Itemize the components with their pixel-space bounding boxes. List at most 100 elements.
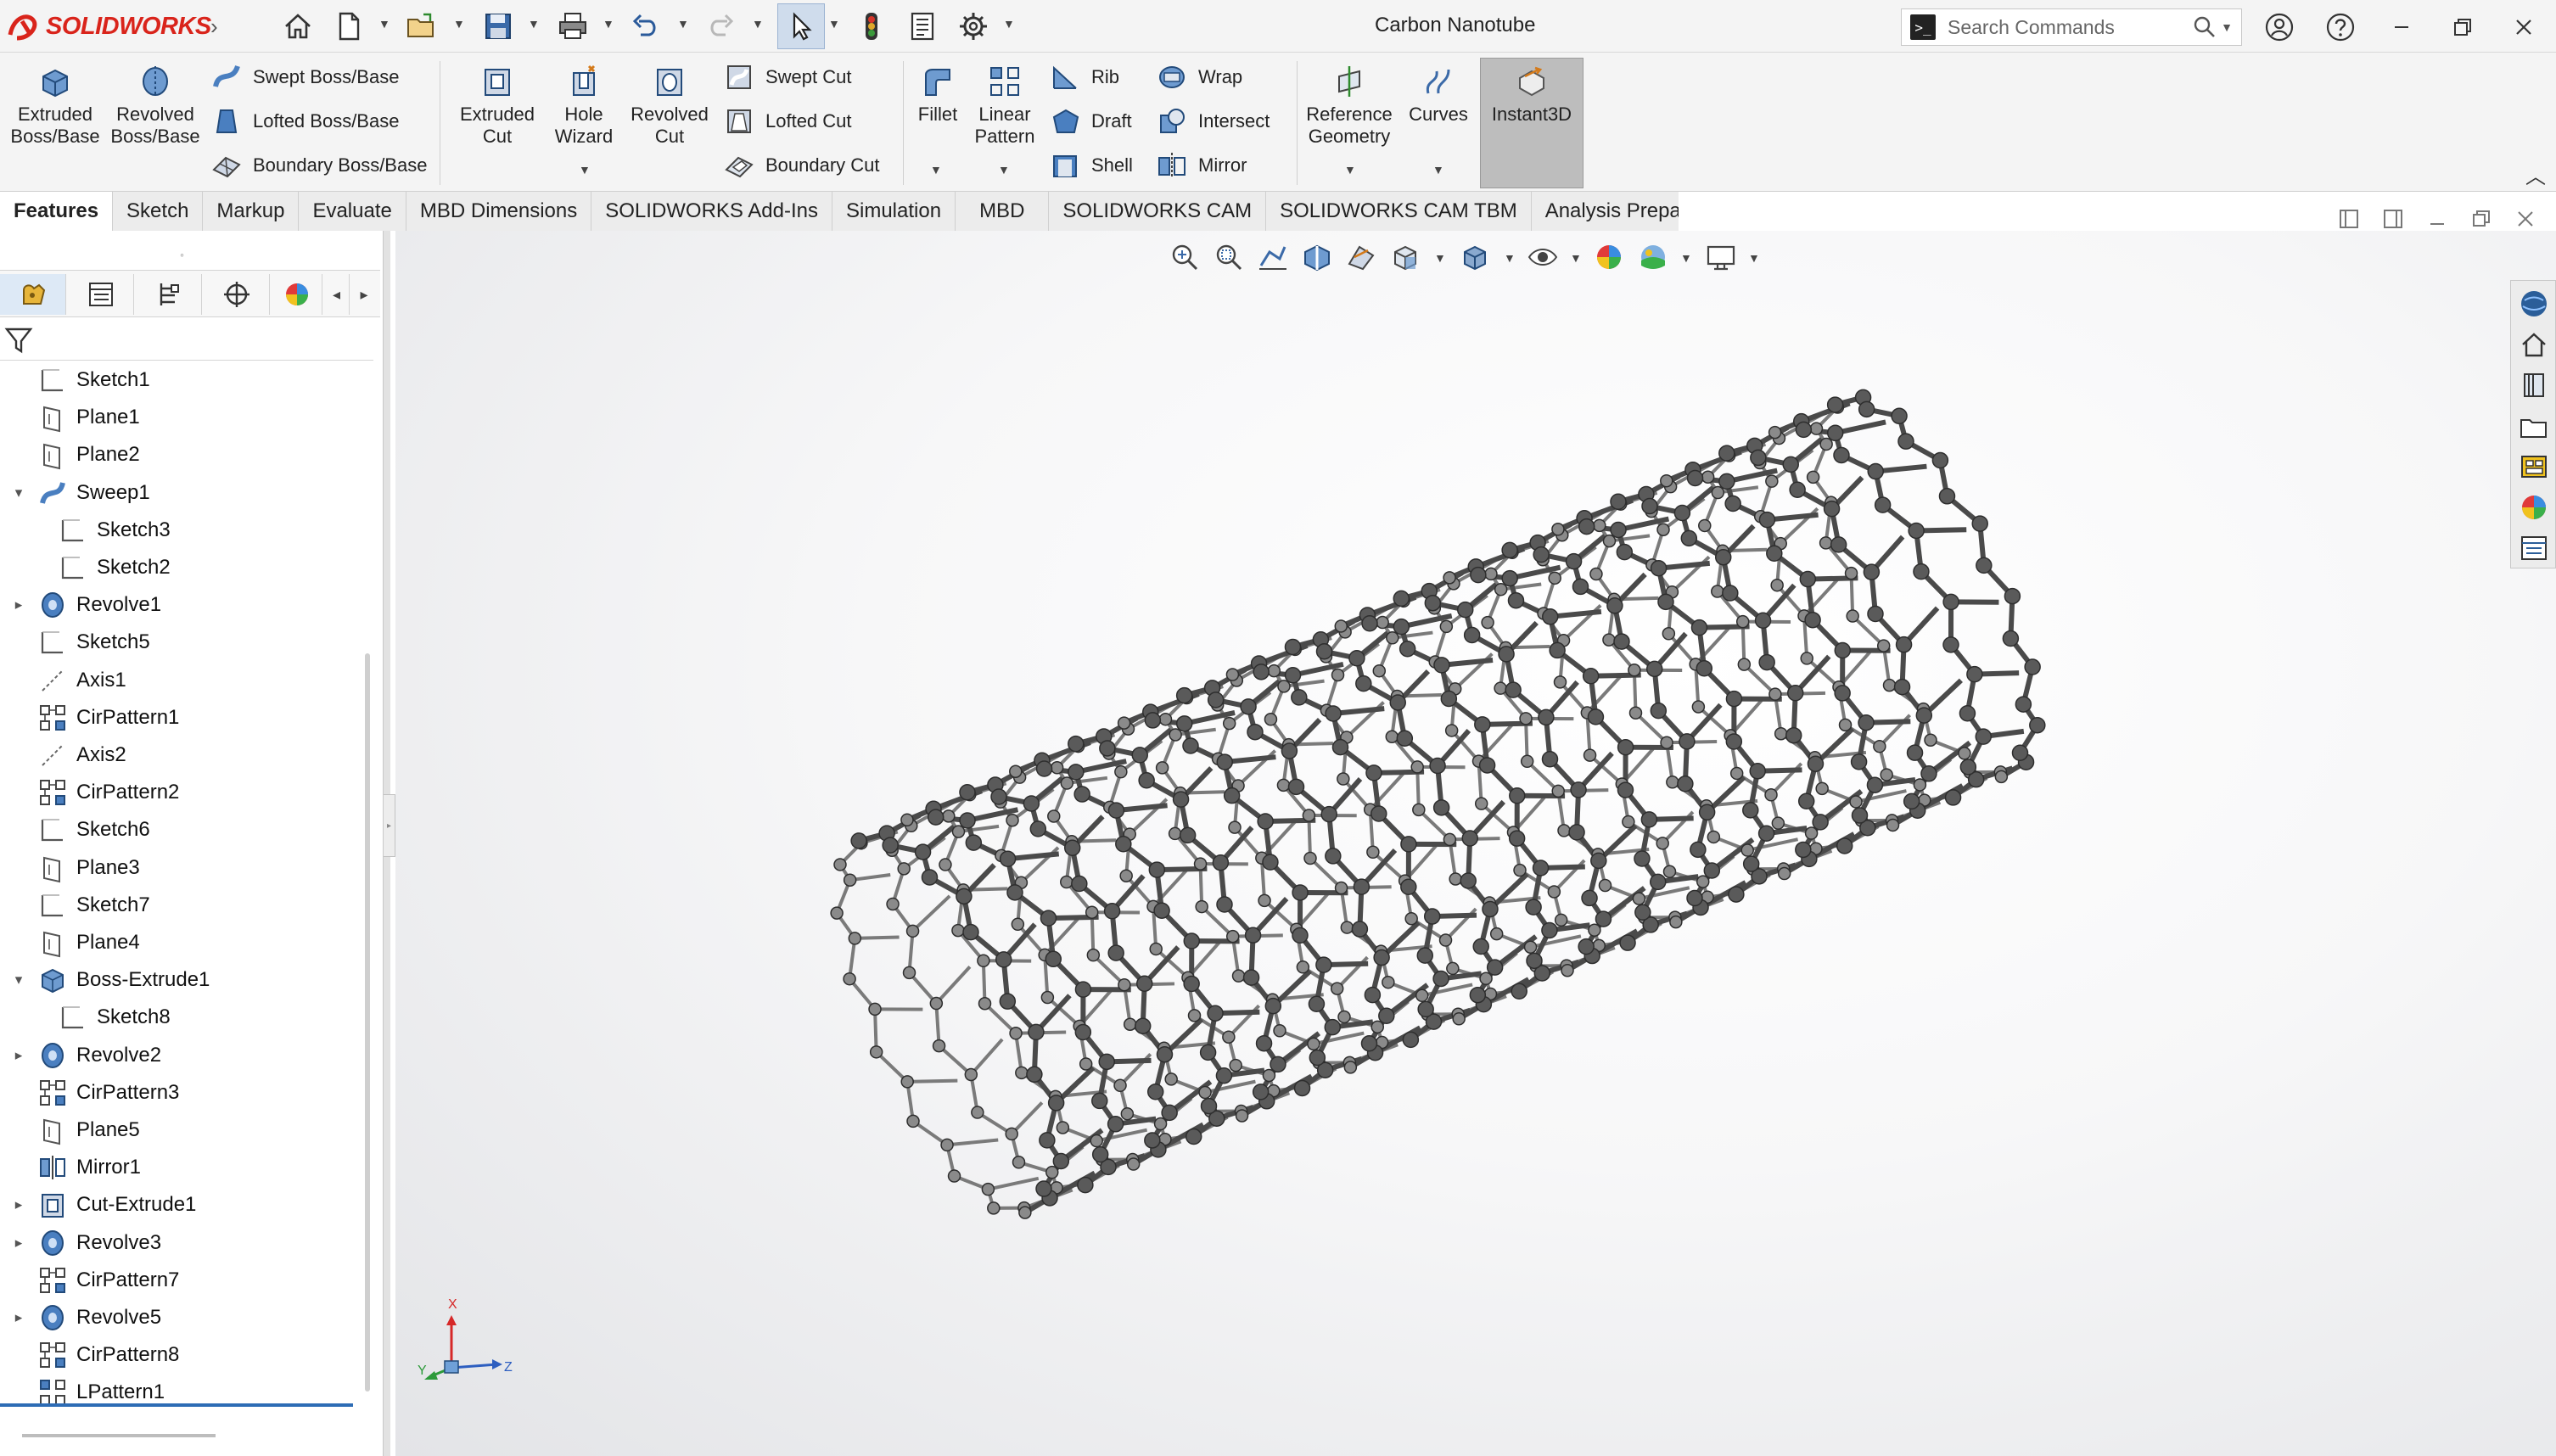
tree-item-plane5[interactable]: Plane5 <box>37 1113 140 1147</box>
chevron-down-icon[interactable]: ▼ <box>1570 251 1582 265</box>
tree-item-cirpattern1[interactable]: CirPattern1 <box>37 701 179 735</box>
wrap-button[interactable]: Wrap <box>1156 61 1242 93</box>
view-orientation-button[interactable] <box>1388 238 1426 277</box>
intersect-button[interactable]: Intersect <box>1156 105 1270 137</box>
rebuild-button[interactable] <box>852 7 891 46</box>
horizontal-scrollbar[interactable] <box>22 1434 216 1437</box>
file-explorer-icon[interactable] <box>2518 410 2550 442</box>
lofted-cut-button[interactable]: Lofted Cut <box>723 105 852 137</box>
dimxpertmanager-tab[interactable] <box>204 274 270 315</box>
chevron-down-icon[interactable]: ▼ <box>1504 251 1516 265</box>
help-button[interactable] <box>2322 8 2359 46</box>
tree-item-revolve1[interactable]: ▸ Revolve1 <box>15 588 161 622</box>
custom-properties-icon[interactable] <box>2518 532 2550 564</box>
close-icon[interactable] <box>2510 204 2541 234</box>
chevron-down-icon[interactable]: ▼ <box>1680 251 1692 265</box>
chevron-down-icon[interactable]: ▼ <box>677 17 689 31</box>
open-button[interactable] <box>402 7 441 46</box>
tree-item-plane2[interactable]: Plane2 <box>37 438 140 472</box>
collapse-icon[interactable]: ▾ <box>8 484 29 501</box>
hole-wizard-button[interactable]: Hole Wizard <box>545 63 623 148</box>
tree-item-axis1[interactable]: Axis1 <box>37 664 126 697</box>
tree-item-revolve5[interactable]: ▸ Revolve5 <box>15 1301 161 1335</box>
mirror-button[interactable]: Mirror <box>1156 149 1247 182</box>
reference-geometry-button[interactable]: Reference Geometry <box>1302 63 1397 148</box>
chevron-down-icon[interactable]: ▼ <box>828 17 840 31</box>
design-library-icon[interactable] <box>2518 369 2550 401</box>
chevron-down-icon[interactable]: ▼ <box>1003 17 1015 31</box>
file-properties-button[interactable] <box>903 7 942 46</box>
search-commands-input[interactable]: >_ Search Commands ▼ <box>1901 8 2242 46</box>
options-button[interactable] <box>954 7 993 46</box>
tree-item-cirpattern7[interactable]: CirPattern7 <box>37 1263 179 1297</box>
extruded-cut-button[interactable]: Extruded Cut <box>450 63 545 148</box>
view-settings-button[interactable] <box>1704 238 1741 277</box>
expand-icon[interactable]: ▸ <box>8 1309 29 1326</box>
collapse-icon[interactable]: ▾ <box>8 972 29 988</box>
tree-item-sketch2[interactable]: Sketch2 <box>58 551 171 585</box>
tab-mbd-dimensions[interactable]: MBD Dimensions <box>406 192 592 231</box>
nanotube-model[interactable] <box>543 297 2240 1400</box>
propertymanager-tab[interactable] <box>68 274 134 315</box>
draft-button[interactable]: Draft <box>1049 105 1132 137</box>
view-palette-icon[interactable] <box>2518 451 2550 483</box>
section-view-button[interactable] <box>1300 238 1337 277</box>
tree-item-sketch8[interactable]: Sketch8 <box>58 1000 171 1034</box>
tab-features[interactable]: Features <box>0 192 114 231</box>
solidworks-resources-icon[interactable] <box>2518 288 2550 320</box>
tree-item-revolve3[interactable]: ▸ Revolve3 <box>15 1226 161 1260</box>
tree-item-sketch3[interactable]: Sketch3 <box>58 513 171 547</box>
undo-button[interactable] <box>626 7 665 46</box>
tree-item-sketch5[interactable]: Sketch5 <box>37 625 150 659</box>
curves-button[interactable]: Curves <box>1400 63 1477 126</box>
tab-sketch[interactable]: Sketch <box>113 192 204 231</box>
tree-item-sketch6[interactable]: Sketch6 <box>37 813 150 847</box>
boundary-boss-button[interactable]: Boundary Boss/Base <box>210 149 427 182</box>
chevron-down-icon[interactable]: ▼ <box>603 17 614 31</box>
expand-icon[interactable]: ▸ <box>8 596 29 613</box>
chevron-up-icon[interactable]: ︿ <box>2525 160 2546 189</box>
chevron-down-icon[interactable]: ▼ <box>930 163 942 176</box>
scroll-right-icon[interactable]: ▸ <box>351 274 377 315</box>
display-style-button[interactable] <box>1458 238 1495 277</box>
tab-simulation[interactable]: Simulation <box>832 192 956 231</box>
tree-item-sweep1[interactable]: ▾ Sweep1 <box>15 476 150 510</box>
tab-mbd[interactable]: MBD <box>956 192 1050 231</box>
expand-icon[interactable]: ▸ <box>8 1047 29 1064</box>
chevron-down-icon[interactable]: ▼ <box>579 163 591 176</box>
revolved-cut-button[interactable]: Revolved Cut <box>623 63 716 148</box>
tree-item-plane1[interactable]: Plane1 <box>37 400 140 434</box>
chevron-down-icon[interactable]: ▼ <box>1434 251 1446 265</box>
featuremanager-tab[interactable] <box>0 274 66 315</box>
chevron-down-icon[interactable]: ▼ <box>528 17 540 31</box>
tab-solidworks-cam[interactable]: SOLIDWORKS CAM <box>1049 192 1267 231</box>
solidworks-logo[interactable]: SOLIDWORKS <box>5 8 211 44</box>
rollback-bar[interactable] <box>0 1403 353 1407</box>
expand-icon[interactable]: ▸ <box>8 1235 29 1252</box>
tree-item-boss-extrude1[interactable]: ▾ Boss-Extrude1 <box>15 963 210 997</box>
tree-item-cirpattern3[interactable]: CirPattern3 <box>37 1076 179 1110</box>
save-button[interactable] <box>479 7 518 46</box>
tab-evaluate[interactable]: Evaluate <box>299 192 406 231</box>
tile-right-icon[interactable] <box>2378 204 2408 234</box>
chevron-down-icon[interactable]: ▼ <box>752 17 764 31</box>
tree-item-cirpattern8[interactable]: CirPattern8 <box>37 1338 179 1372</box>
expand-icon[interactable]: ▸ <box>8 1196 29 1213</box>
user-account-button[interactable] <box>2261 8 2298 46</box>
tree-item-sketch1[interactable]: Sketch1 <box>37 363 150 397</box>
zoom-to-area-button[interactable] <box>1212 238 1249 277</box>
chevron-down-icon[interactable]: ▼ <box>1748 251 1760 265</box>
chevron-down-icon[interactable]: ▼ <box>2221 20 2233 34</box>
extruded-boss-button[interactable]: Extruded Boss/Base <box>8 63 102 148</box>
close-button[interactable] <box>2505 8 2542 46</box>
print-button[interactable] <box>553 7 592 46</box>
rib-button[interactable]: Rib <box>1049 61 1119 93</box>
home-icon[interactable] <box>2518 328 2550 361</box>
tree-item-axis2[interactable]: Axis2 <box>37 738 126 772</box>
displaymanager-tab[interactable] <box>272 274 322 315</box>
apply-scene-button[interactable] <box>1636 238 1673 277</box>
panel-collapse-handle[interactable]: ▸ <box>384 794 395 857</box>
panel-grip[interactable]: ◦ <box>180 248 184 261</box>
chevron-down-icon[interactable]: ▼ <box>378 17 390 31</box>
shell-button[interactable]: Shell <box>1049 149 1133 182</box>
